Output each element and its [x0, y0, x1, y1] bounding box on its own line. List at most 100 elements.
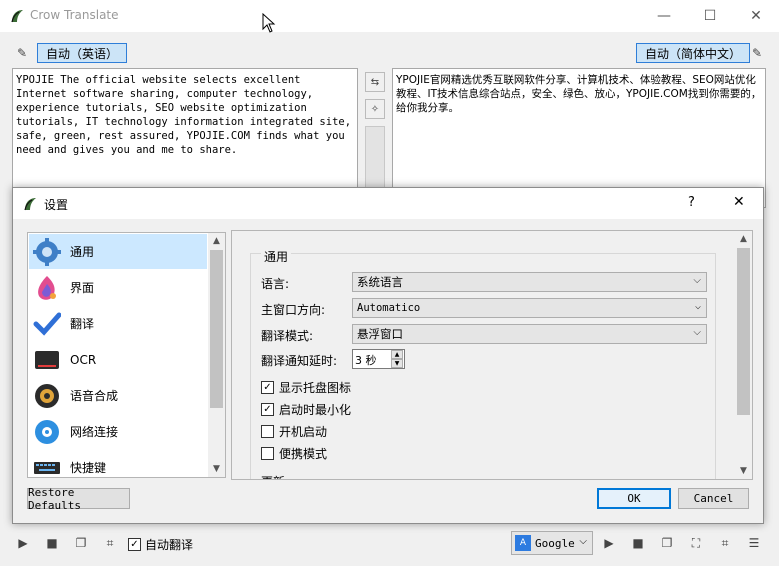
copy-target-icon[interactable]: ❐ [656, 532, 678, 554]
nav-scrollbar[interactable]: ▲ ▼ [208, 233, 225, 477]
nav-label: 快捷键 [70, 461, 107, 475]
palette-icon [32, 273, 62, 303]
spin-value: 3 秒 [355, 354, 377, 367]
scanner-icon [32, 345, 62, 375]
engine-selector[interactable]: A Google ⌵ [511, 531, 593, 555]
auto-translate-label: 自动翻译 [145, 538, 194, 552]
autostart-checkbox-row[interactable]: 开机启动 [261, 423, 327, 440]
stop-source-icon[interactable]: ■ [41, 532, 63, 554]
minimized-checkbox-row[interactable]: ✓ 启动时最小化 [261, 401, 351, 418]
stop-target-icon[interactable]: ■ [627, 532, 649, 554]
chevron-down-icon: ⌵ [694, 301, 701, 312]
nav-item-ocr[interactable]: OCR [29, 342, 207, 377]
restore-defaults-button[interactable]: Restore Defaults [27, 486, 130, 512]
nav-item-general[interactable]: 通用 [29, 234, 207, 269]
speaker-icon [32, 381, 62, 411]
source-lang-button[interactable]: 自动（英语） [37, 43, 128, 63]
close-window-button[interactable]: ✕ [733, 0, 779, 32]
spin-down-icon[interactable]: ▼ [391, 359, 403, 368]
orientation-combo[interactable]: Automatico ⌵ [352, 298, 707, 318]
scroll-thumb[interactable] [737, 248, 750, 415]
checkbox-label: 开机启动 [279, 425, 328, 439]
settings-nav-list: 通用 界面 翻译 OCR 语音合成 网络连接 快捷键 ▲ ▼ [27, 232, 226, 478]
close-dialog-button[interactable]: ✕ [733, 194, 745, 210]
keyboard-icon [32, 453, 62, 478]
nav-label: 语音合成 [70, 389, 119, 403]
nav-label: 网络连接 [70, 425, 119, 439]
checkbox-label: 显示托盘图标 [279, 381, 352, 395]
checkbox-unchecked[interactable] [261, 447, 274, 460]
mode-combo[interactable]: 悬浮窗口 ⌵ [352, 324, 707, 344]
mode-label: 翻译模式: [261, 329, 314, 343]
nav-item-shortcuts[interactable]: 快捷键 [29, 450, 207, 478]
scroll-up-icon[interactable]: ▲ [735, 231, 752, 247]
dialog-logo-icon [22, 196, 38, 212]
checkbox-checked[interactable]: ✓ [128, 538, 141, 551]
settings-scrollbar[interactable]: ▲ ▼ [735, 231, 752, 479]
gear-icon [32, 237, 62, 267]
ok-button[interactable]: OK [597, 488, 671, 509]
chevron-down-icon: ⌵ [693, 275, 701, 286]
nav-label: 通用 [70, 245, 95, 259]
nav-item-interface[interactable]: 界面 [29, 270, 207, 305]
maximize-button[interactable]: ☐ [687, 0, 733, 32]
mouse-cursor-icon [262, 12, 276, 36]
orientation-label: 主窗口方向: [261, 303, 326, 317]
checkbox-unchecked[interactable] [261, 425, 274, 438]
scroll-down-icon[interactable]: ▼ [735, 463, 752, 479]
edit-source-lang-icon[interactable]: ✎ [12, 43, 32, 63]
tray-checkbox-row[interactable]: ✓ 显示托盘图标 [261, 379, 351, 396]
combo-value: 系统语言 [357, 275, 403, 289]
chevron-down-icon: ⌵ [693, 327, 701, 338]
portable-checkbox-row[interactable]: 便携模式 [261, 445, 327, 462]
scroll-down-icon[interactable]: ▼ [208, 461, 225, 477]
play-target-icon[interactable]: ▶ [598, 532, 620, 554]
dialog-title: 设置 [44, 198, 69, 212]
settings-dialog: 设置 ? ✕ 通用 界面 翻译 OCR 语音合成 网络连接 快捷键 ▲ ▼ 通用… [12, 187, 764, 524]
scroll-up-icon[interactable]: ▲ [208, 233, 225, 249]
dialog-titlebar [13, 188, 763, 219]
auto-translate-row[interactable]: ✓ 自动翻译 [128, 536, 193, 553]
help-button[interactable]: ? [688, 195, 695, 210]
clear-icon[interactable]: ✧ [365, 99, 385, 119]
nav-item-network[interactable]: 网络连接 [29, 414, 207, 449]
swap-languages-icon[interactable]: ⇆ [365, 72, 385, 92]
group-title: 通用 [261, 248, 292, 265]
window-title: Crow Translate [30, 8, 119, 22]
crop-icon[interactable]: ⌗ [99, 532, 121, 554]
checkbox-checked[interactable]: ✓ [261, 381, 274, 394]
minimize-button[interactable]: — [641, 0, 687, 32]
checkbox-label: 启动时最小化 [279, 403, 352, 417]
play-source-icon[interactable]: ▶ [12, 532, 34, 554]
app-logo-icon [9, 8, 25, 24]
checkbox-label: 便携模式 [279, 447, 328, 461]
engine-name: Google [535, 536, 575, 550]
chevron-down-icon: ⌵ [579, 536, 587, 547]
copy-source-icon[interactable]: ❐ [70, 532, 92, 554]
checkbox-checked[interactable]: ✓ [261, 403, 274, 416]
language-combo[interactable]: 系统语言 ⌵ [352, 272, 707, 292]
delay-spinbox[interactable]: 3 秒 ▲ ▼ [352, 349, 405, 369]
delay-label: 翻译通知延时: [261, 354, 338, 368]
target-lang-button[interactable]: 自动（简体中文） [636, 43, 751, 63]
nav-label: OCR [70, 352, 97, 367]
language-label: 语言: [261, 277, 290, 291]
translate-icon: A [515, 535, 531, 551]
combo-value: 悬浮窗口 [357, 327, 403, 341]
cancel-button[interactable]: Cancel [678, 488, 749, 509]
settings-sliders-icon[interactable]: ☰ [743, 532, 765, 554]
copy-all-icon[interactable]: ⛶ [685, 532, 707, 554]
next-group-title-partial: 更新 [261, 473, 285, 479]
nav-item-tts[interactable]: 语音合成 [29, 378, 207, 413]
combo-value: Automatico [357, 302, 421, 314]
checkmark-icon [32, 309, 62, 339]
nav-label: 界面 [70, 281, 95, 295]
nav-label: 翻译 [70, 317, 95, 331]
settings-panel: 通用 语言: 系统语言 ⌵ 主窗口方向: Automatico ⌵ 翻译模式: … [231, 230, 753, 480]
nav-item-translation[interactable]: 翻译 [29, 306, 207, 341]
network-gear-icon [32, 417, 62, 447]
scroll-thumb[interactable] [210, 250, 223, 408]
crop-target-icon[interactable]: ⌗ [714, 532, 736, 554]
spin-up-icon[interactable]: ▲ [391, 350, 403, 359]
edit-target-lang-icon[interactable]: ✎ [747, 43, 767, 63]
